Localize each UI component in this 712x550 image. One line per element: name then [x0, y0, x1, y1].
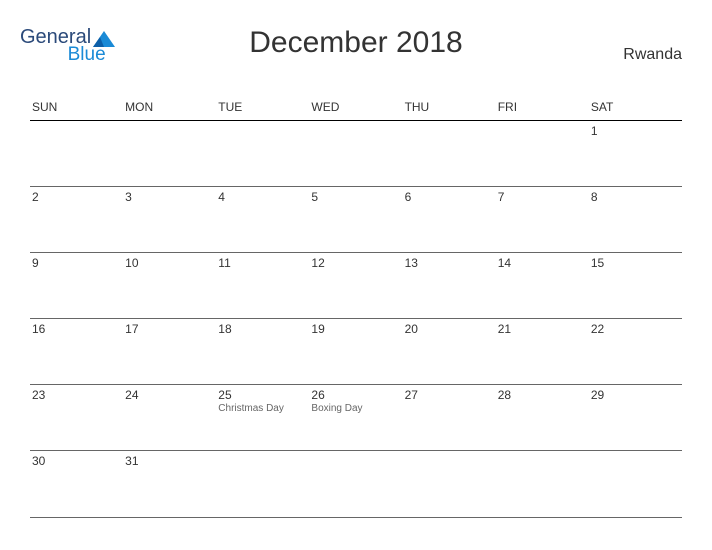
- calendar-day-cell: 30: [30, 451, 123, 517]
- calendar-day-cell: [309, 451, 402, 517]
- calendar-day-cell: 23: [30, 385, 123, 451]
- calendar-day-cell: 31: [123, 451, 216, 517]
- calendar-day-cell: 13: [403, 253, 496, 319]
- day-number: 22: [591, 322, 680, 336]
- day-number: 12: [311, 256, 400, 270]
- calendar-day-cell: 21: [496, 319, 589, 385]
- day-header: TUE: [216, 96, 309, 121]
- calendar-day-cell: 3: [123, 187, 216, 253]
- calendar-week: 232425Christmas Day26Boxing Day272829: [30, 385, 682, 451]
- calendar-day-cell: [403, 451, 496, 517]
- calendar-day-cell: [309, 121, 402, 187]
- calendar-week: 16 17 18 19 20 21 22: [30, 319, 682, 385]
- calendar-day-cell: 26Boxing Day: [309, 385, 402, 451]
- calendar-day-cell: [216, 121, 309, 187]
- day-number: 14: [498, 256, 587, 270]
- calendar-title: December 2018: [249, 26, 462, 60]
- calendar-header: General Blue December 2018 Rwanda: [30, 18, 682, 78]
- calendar-day-cell: 17: [123, 319, 216, 385]
- day-number: 25: [218, 388, 307, 402]
- calendar-day-cell: 16: [30, 319, 123, 385]
- calendar-day-cell: 15: [589, 253, 682, 319]
- day-number: 30: [32, 454, 121, 468]
- calendar-day-cell: 20: [403, 319, 496, 385]
- day-number: 3: [125, 190, 214, 204]
- day-number: 31: [125, 454, 214, 468]
- day-number: 19: [311, 322, 400, 336]
- calendar-day-cell: 8: [589, 187, 682, 253]
- calendar-day-cell: 9: [30, 253, 123, 319]
- day-number: 16: [32, 322, 121, 336]
- calendar-day-cell: [403, 121, 496, 187]
- brand-logo: General Blue: [20, 26, 134, 49]
- calendar-week: 1: [30, 121, 682, 187]
- calendar-day-cell: [496, 451, 589, 517]
- day-number: 24: [125, 388, 214, 402]
- day-number: 10: [125, 256, 214, 270]
- day-header: WED: [309, 96, 402, 121]
- calendar-day-cell: 29: [589, 385, 682, 451]
- day-number: 5: [311, 190, 400, 204]
- calendar-day-cell: 11: [216, 253, 309, 319]
- calendar-day-cell: [123, 121, 216, 187]
- calendar-day-cell: 1: [589, 121, 682, 187]
- day-number: 13: [405, 256, 494, 270]
- calendar-day-cell: 14: [496, 253, 589, 319]
- day-number: 27: [405, 388, 494, 402]
- day-number: 29: [591, 388, 680, 402]
- calendar-week: 9 10 11 12 13 14 15: [30, 253, 682, 319]
- calendar-day-cell: 2: [30, 187, 123, 253]
- day-number: 26: [311, 388, 400, 402]
- day-header: SAT: [589, 96, 682, 121]
- calendar-week: 30 31: [30, 451, 682, 517]
- day-number: 21: [498, 322, 587, 336]
- calendar-week: 2345678: [30, 187, 682, 253]
- day-number: 23: [32, 388, 121, 402]
- day-header: MON: [123, 96, 216, 121]
- day-number: 9: [32, 256, 121, 270]
- day-number: 20: [405, 322, 494, 336]
- day-header: SUN: [30, 96, 123, 121]
- day-event: Christmas Day: [218, 403, 307, 414]
- calendar-day-cell: [216, 451, 309, 517]
- day-number: 1: [591, 124, 680, 138]
- day-number: 15: [591, 256, 680, 270]
- calendar-day-cell: 4: [216, 187, 309, 253]
- calendar-grid: SUN MON TUE WED THU FRI SAT 123456789101…: [30, 96, 682, 517]
- day-number: 8: [591, 190, 680, 204]
- calendar-day-cell: 27: [403, 385, 496, 451]
- day-event: Boxing Day: [311, 403, 400, 414]
- calendar-day-cell: 12: [309, 253, 402, 319]
- day-header: FRI: [496, 96, 589, 121]
- day-number: 17: [125, 322, 214, 336]
- calendar-day-cell: 25Christmas Day: [216, 385, 309, 451]
- calendar-day-cell: 22: [589, 319, 682, 385]
- calendar-day-cell: 28: [496, 385, 589, 451]
- calendar-country: Rwanda: [623, 46, 682, 64]
- day-header: THU: [403, 96, 496, 121]
- day-number: 7: [498, 190, 587, 204]
- day-header-row: SUN MON TUE WED THU FRI SAT: [30, 96, 682, 121]
- calendar-day-cell: 6: [403, 187, 496, 253]
- day-number: 4: [218, 190, 307, 204]
- calendar-day-cell: 5: [309, 187, 402, 253]
- calendar-day-cell: 10: [123, 253, 216, 319]
- day-number: 6: [405, 190, 494, 204]
- calendar-day-cell: 19: [309, 319, 402, 385]
- calendar-day-cell: [496, 121, 589, 187]
- calendar-day-cell: 18: [216, 319, 309, 385]
- calendar-day-cell: [30, 121, 123, 187]
- day-number: 28: [498, 388, 587, 402]
- logo-text-2: Blue: [68, 44, 106, 65]
- day-number: 2: [32, 190, 121, 204]
- calendar-day-cell: 7: [496, 187, 589, 253]
- day-number: 11: [218, 256, 307, 270]
- day-number: 18: [218, 322, 307, 336]
- calendar-day-cell: [589, 451, 682, 517]
- calendar-day-cell: 24: [123, 385, 216, 451]
- calendar-bottom-border: [30, 517, 682, 518]
